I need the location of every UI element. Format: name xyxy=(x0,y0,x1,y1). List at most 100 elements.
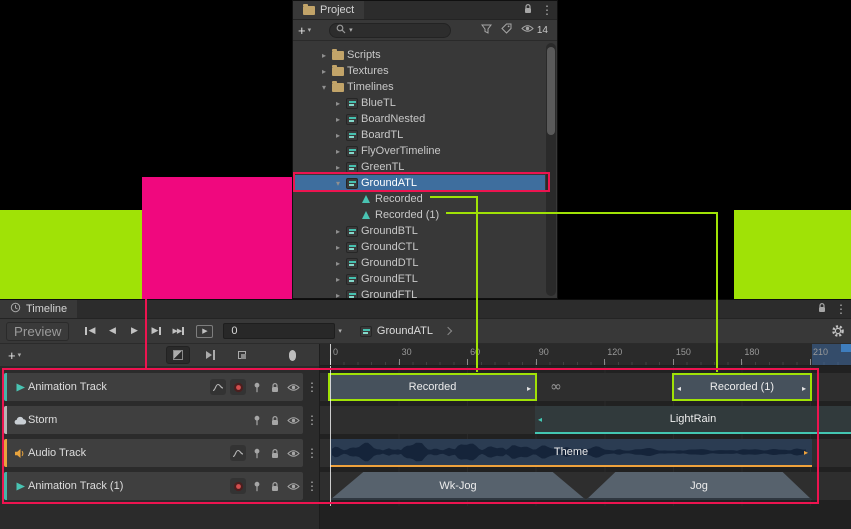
eye-button[interactable] xyxy=(286,379,300,395)
tree-item-groundetl[interactable]: ▸GroundETL xyxy=(293,271,545,287)
project-scrollbar[interactable] xyxy=(546,43,556,296)
expand-arrow-icon[interactable]: ▸ xyxy=(333,163,343,172)
playhead-line[interactable] xyxy=(330,366,331,506)
lock-button[interactable] xyxy=(268,478,282,494)
expand-arrow-icon[interactable]: ▸ xyxy=(333,99,343,108)
expand-arrow-icon[interactable]: ▸ xyxy=(319,67,329,76)
pin-button[interactable] xyxy=(250,445,264,461)
expand-arrow-icon[interactable]: ▸ xyxy=(333,259,343,268)
track-header-animation-track-1[interactable]: Animation Track (1)⋮ xyxy=(4,472,316,500)
track-header-box[interactable]: Storm xyxy=(4,406,303,434)
expand-arrow-icon[interactable]: ▾ xyxy=(333,179,343,188)
clip-lightrain[interactable]: ◂ LightRain xyxy=(535,406,851,434)
curves-button[interactable] xyxy=(230,445,246,461)
goto-end-button[interactable]: ▶▶ xyxy=(167,322,189,340)
edit-mode-mix-button[interactable] xyxy=(166,346,190,364)
tree-item-recorded-1[interactable]: Recorded (1) xyxy=(293,207,545,223)
add-asset-button[interactable]: + ▾ xyxy=(298,23,311,38)
lock-button[interactable] xyxy=(268,412,282,428)
frame-field[interactable] xyxy=(229,324,329,338)
expand-arrow-icon[interactable]: ▸ xyxy=(333,147,343,156)
play-button[interactable]: ▶ xyxy=(123,322,145,340)
frame-field-caret-icon[interactable]: ▾ xyxy=(338,328,342,335)
curves-button[interactable] xyxy=(210,379,226,395)
expand-arrow-icon[interactable]: ▾ xyxy=(319,83,329,92)
clip-wkjog[interactable]: Wk-Jog xyxy=(330,472,586,500)
timeline-ruler[interactable]: 0306090120150180210 xyxy=(320,344,851,366)
record-button[interactable] xyxy=(230,379,246,395)
record-button[interactable] xyxy=(230,478,246,494)
lock-icon[interactable] xyxy=(523,3,533,17)
prev-frame-button[interactable]: ◀ xyxy=(101,322,123,340)
expand-arrow-icon[interactable]: ▸ xyxy=(333,115,343,124)
eye-button[interactable] xyxy=(286,412,300,428)
expand-arrow-icon[interactable]: ▸ xyxy=(333,227,343,236)
lock-button[interactable] xyxy=(268,445,282,461)
breadcrumb[interactable]: GroundATL xyxy=(360,325,451,337)
track-header-box[interactable]: Animation Track xyxy=(4,373,303,401)
lock-button[interactable] xyxy=(268,379,282,395)
add-track-button[interactable]: + ▾ xyxy=(8,348,21,363)
timeline-icon xyxy=(346,274,358,285)
track-header-box[interactable]: Audio Track xyxy=(4,439,303,467)
tree-item-groundctl[interactable]: ▸GroundCTL xyxy=(293,239,545,255)
marker-toggle-button[interactable] xyxy=(280,346,304,364)
tree-item-groundftl[interactable]: ▸GroundFTL xyxy=(293,287,545,298)
edit-mode-replace-button[interactable] xyxy=(230,346,254,364)
track-color-strip xyxy=(4,439,7,467)
clip-theme[interactable]: Theme ▸ xyxy=(330,439,812,467)
tab-project[interactable]: Project xyxy=(293,1,364,19)
tree-item-groundbtl[interactable]: ▸GroundBTL xyxy=(293,223,545,239)
track-menu-button[interactable]: ⋮ xyxy=(306,447,316,459)
expand-arrow-icon[interactable]: ▸ xyxy=(333,131,343,140)
lock-icon[interactable] xyxy=(817,302,827,316)
clip-jog[interactable]: Jog xyxy=(586,472,812,500)
pin-button[interactable] xyxy=(250,412,264,428)
track-menu-button[interactable]: ⋮ xyxy=(306,414,316,426)
expand-arrow-icon[interactable]: ▸ xyxy=(319,51,329,60)
track-header-animation-track[interactable]: Animation Track⋮ xyxy=(4,373,316,401)
window-menu-icon[interactable]: ⋮ xyxy=(835,303,845,315)
expand-arrow-icon[interactable]: ▸ xyxy=(333,291,343,299)
tab-timeline[interactable]: Timeline xyxy=(0,300,77,318)
tree-item-groundatl[interactable]: ▾GroundATL xyxy=(293,175,545,191)
pin-button[interactable] xyxy=(250,478,264,494)
tree-item-boardtl[interactable]: ▸BoardTL xyxy=(293,127,545,143)
next-frame-button[interactable]: ▶ xyxy=(145,322,167,340)
goto-start-button[interactable]: ◀ xyxy=(79,322,101,340)
track-menu-button[interactable]: ⋮ xyxy=(306,480,316,492)
play-range-button[interactable]: ▶ xyxy=(196,325,213,338)
pin-button[interactable] xyxy=(250,379,264,395)
tree-item-grounddtl[interactable]: ▸GroundDTL xyxy=(293,255,545,271)
search-filter-caret-icon[interactable]: ▾ xyxy=(349,27,353,34)
tree-item-greentl[interactable]: ▸GreenTL xyxy=(293,159,545,175)
tree-item-recorded[interactable]: Recorded xyxy=(293,191,545,207)
clip-recorded-1[interactable]: ◂ Recorded (1) ▸ xyxy=(672,373,812,401)
settings-gear-icon[interactable] xyxy=(831,324,845,338)
tree-item-flyovertimeline[interactable]: ▸FlyOverTimeline xyxy=(293,143,545,159)
tree-item-boardnested[interactable]: ▸BoardNested xyxy=(293,111,545,127)
eye-button[interactable] xyxy=(286,478,300,494)
playhead-ruler[interactable] xyxy=(330,344,331,366)
tree-item-timelines[interactable]: ▾Timelines xyxy=(293,79,545,95)
hidden-count-toggle[interactable]: 14 xyxy=(521,24,548,36)
scrollbar-thumb[interactable] xyxy=(547,47,555,135)
preview-button[interactable]: Preview xyxy=(6,322,69,341)
search-by-type-icon[interactable] xyxy=(481,24,492,37)
tree-item-bluetl[interactable]: ▸BlueTL xyxy=(293,95,545,111)
window-menu-icon[interactable]: ⋮ xyxy=(541,4,551,16)
clip-recorded[interactable]: Recorded ▸ xyxy=(328,373,537,401)
edit-mode-ripple-button[interactable] xyxy=(198,346,222,364)
eye-button[interactable] xyxy=(286,445,300,461)
folder-icon xyxy=(303,6,315,15)
track-header-audio-track[interactable]: Audio Track⋮ xyxy=(4,439,316,467)
search-by-label-icon[interactable] xyxy=(501,23,512,37)
expand-arrow-icon[interactable]: ▸ xyxy=(333,275,343,284)
tree-item-textures[interactable]: ▸Textures xyxy=(293,63,545,79)
track-header-storm[interactable]: Storm⋮ xyxy=(4,406,316,434)
tree-item-scripts[interactable]: ▸Scripts xyxy=(293,47,545,63)
search-input[interactable] xyxy=(356,24,444,37)
track-menu-button[interactable]: ⋮ xyxy=(306,381,316,393)
track-header-box[interactable]: Animation Track (1) xyxy=(4,472,303,500)
expand-arrow-icon[interactable]: ▸ xyxy=(333,243,343,252)
